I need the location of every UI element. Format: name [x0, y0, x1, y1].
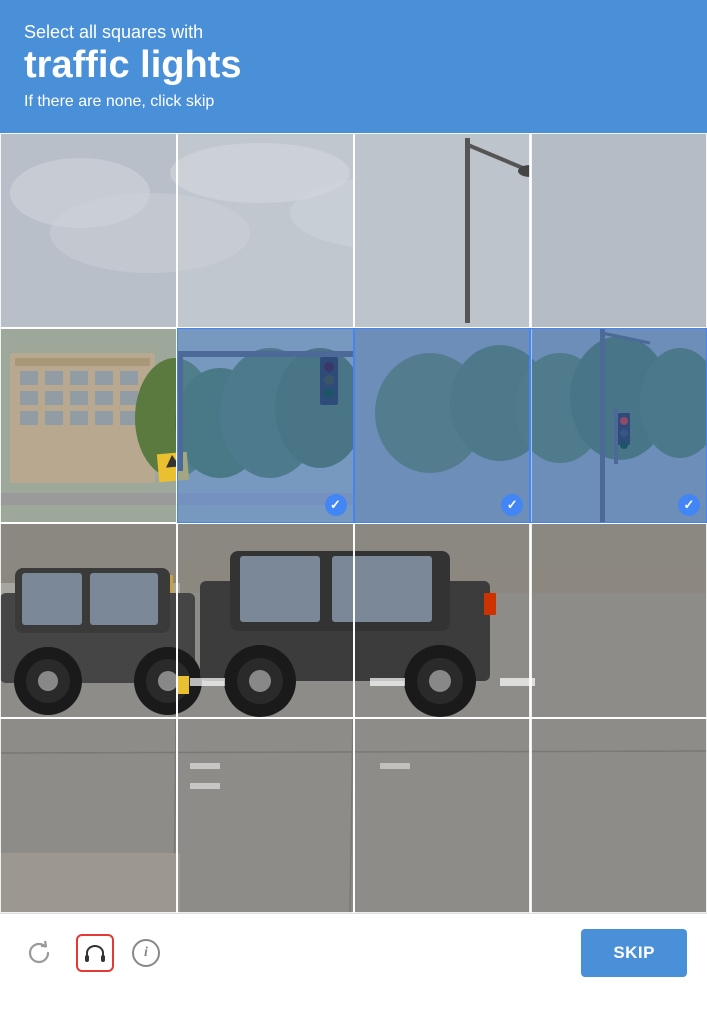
- grid-cell-3-2[interactable]: ✓: [354, 718, 531, 913]
- grid-cell-2-3[interactable]: ✓: [530, 523, 707, 718]
- grid-cell-0-3[interactable]: ✓: [530, 133, 707, 328]
- refresh-button[interactable]: [20, 934, 58, 972]
- grid-cell-2-2[interactable]: ✓: [354, 523, 531, 718]
- cell-check-1-1: ✓: [325, 494, 347, 516]
- image-grid-overlay: ✓ ✓ ✓ ✓ ✓ ✓ ✓ ✓: [0, 133, 707, 913]
- grid-cell-3-1[interactable]: ✓: [177, 718, 354, 913]
- header-subtitle: Select all squares with: [24, 22, 683, 43]
- header-hint: If there are none, click skip: [24, 93, 683, 111]
- grid-cell-3-0[interactable]: ✓: [0, 718, 177, 913]
- grid-cell-1-2[interactable]: ✓: [354, 328, 531, 523]
- grid-cell-1-1[interactable]: ✓: [177, 328, 354, 523]
- audio-challenge-button[interactable]: [76, 934, 114, 972]
- cell-check-1-2: ✓: [501, 494, 523, 516]
- header-title: traffic lights: [24, 45, 683, 87]
- grid-cell-0-1[interactable]: ✓: [177, 133, 354, 328]
- grid-cell-2-0[interactable]: ✓: [0, 523, 177, 718]
- cell-check-1-3: ✓: [678, 494, 700, 516]
- grid-cell-1-0[interactable]: ✓: [0, 328, 177, 523]
- skip-button[interactable]: SKIP: [581, 929, 687, 977]
- help-button[interactable]: i: [132, 939, 160, 967]
- captcha-header: Select all squares with traffic lights I…: [0, 0, 707, 133]
- image-grid-scene: ✓ ✓ ✓ ✓ ✓ ✓ ✓ ✓: [0, 133, 707, 913]
- grid-cell-0-0[interactable]: ✓: [0, 133, 177, 328]
- footer: i SKIP: [0, 913, 707, 993]
- footer-controls-left: i: [20, 934, 160, 972]
- grid-cell-1-3[interactable]: ✓: [530, 328, 707, 523]
- grid-cell-0-2[interactable]: ✓: [354, 133, 531, 328]
- grid-cell-3-3[interactable]: ✓: [530, 718, 707, 913]
- captcha-container: Select all squares with traffic lights I…: [0, 0, 707, 1024]
- grid-cell-2-1[interactable]: ✓: [177, 523, 354, 718]
